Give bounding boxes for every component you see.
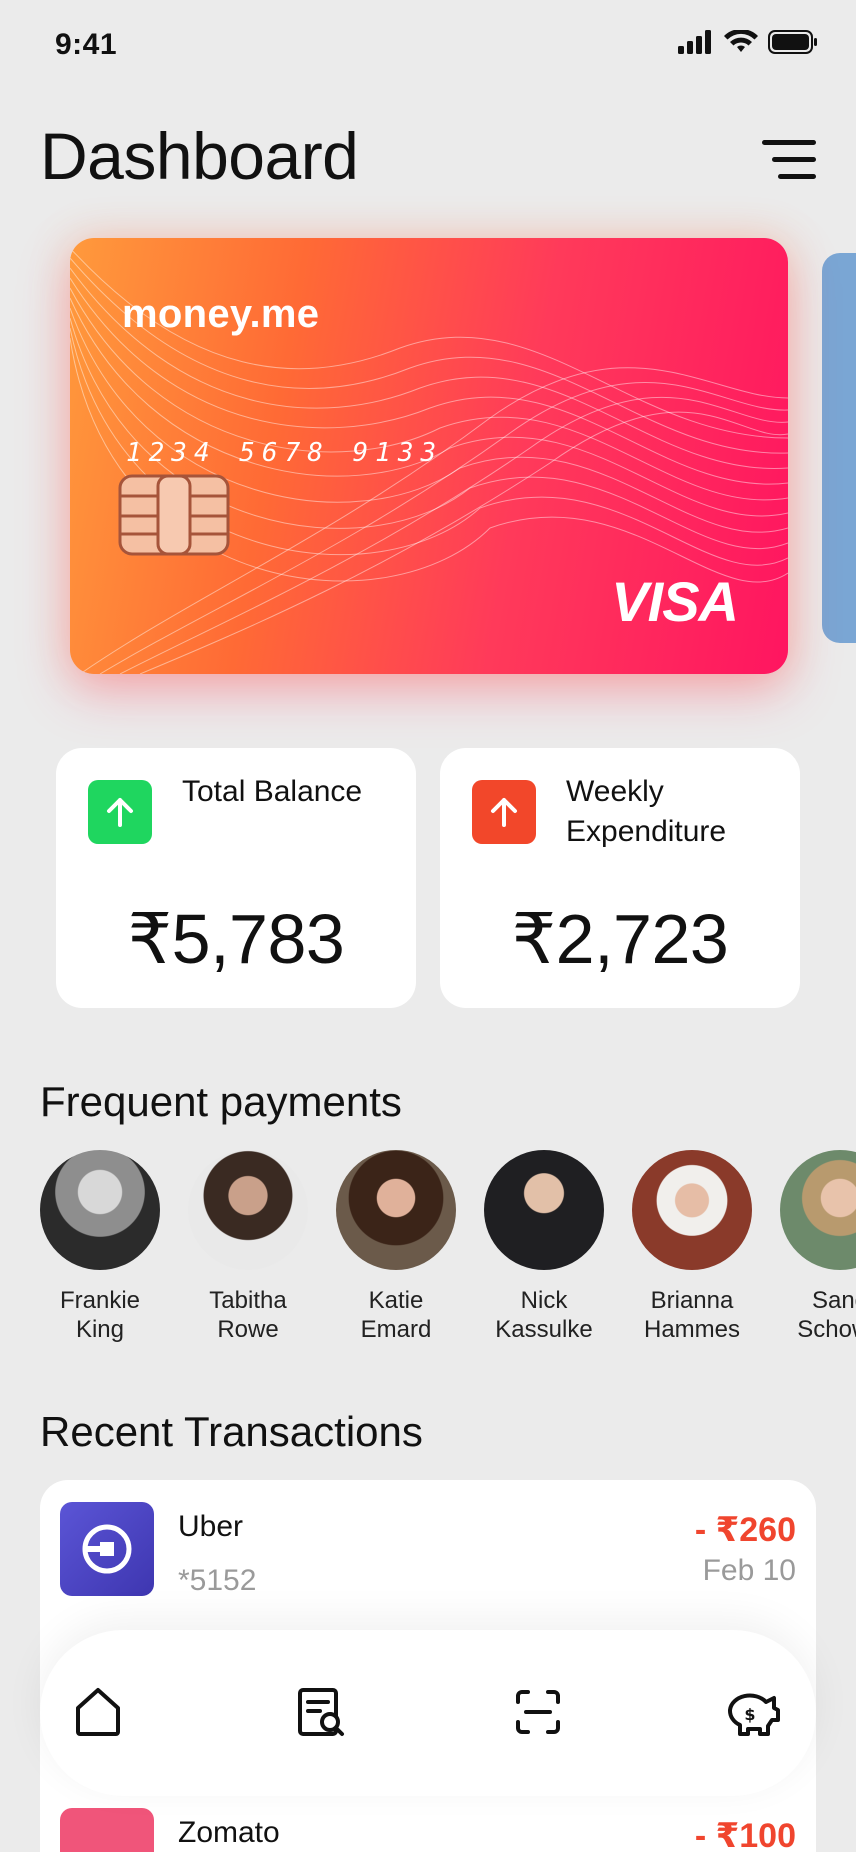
credit-card[interactable]: money.me 1234 5678 9133 VISA bbox=[70, 238, 788, 674]
battery-icon bbox=[768, 30, 817, 54]
receipt-search-icon bbox=[298, 1688, 344, 1736]
contact-item[interactable]: Tabitha Rowe bbox=[188, 1150, 308, 1344]
arrow-up-icon bbox=[472, 780, 536, 844]
avatar bbox=[632, 1150, 752, 1270]
contact-item[interactable]: SandSchowa bbox=[780, 1150, 856, 1344]
stat-label: Total Balance bbox=[182, 775, 363, 808]
uber-logo-icon bbox=[60, 1502, 154, 1596]
next-card-peek[interactable] bbox=[822, 253, 856, 643]
contact-item[interactable]: Frankie King bbox=[40, 1150, 160, 1344]
contact-name: Katie Emard bbox=[360, 1287, 432, 1343]
transaction-amount: - ₹260 bbox=[694, 1511, 796, 1549]
zomato-logo-icon bbox=[60, 1808, 154, 1852]
card-brand: money.me bbox=[122, 292, 320, 336]
piggy-bank-icon: $ bbox=[728, 1693, 780, 1736]
page-title: Dashboard bbox=[40, 119, 359, 193]
stat-value: ₹2,723 bbox=[511, 900, 729, 978]
status-time: 9:41 bbox=[55, 28, 118, 61]
contact-item[interactable]: Brianna Hammes bbox=[632, 1150, 752, 1344]
menu-button[interactable] bbox=[762, 138, 818, 182]
nav-transactions-button[interactable] bbox=[288, 1680, 352, 1744]
contact-item[interactable]: Nick Kassulke bbox=[484, 1150, 604, 1344]
stat-value: ₹5,783 bbox=[127, 900, 345, 978]
menu-icon bbox=[762, 140, 816, 179]
transaction-card-ref: *5152 bbox=[178, 1564, 257, 1597]
status-bar: 9:41 bbox=[0, 0, 856, 95]
contact-name: Tabitha Rowe bbox=[209, 1287, 287, 1343]
bottom-nav: $ bbox=[40, 1630, 816, 1796]
avatar bbox=[780, 1150, 856, 1270]
contact-item[interactable]: Katie Emard bbox=[336, 1150, 456, 1344]
transaction-date: Feb 10 bbox=[702, 1554, 796, 1587]
card-number: 1234 5678 9133 bbox=[126, 438, 444, 468]
contact-name: SandSchowa bbox=[797, 1287, 856, 1343]
card-network-logo: VISA bbox=[611, 570, 739, 633]
avatar bbox=[336, 1150, 456, 1270]
card-surface: money.me 1234 5678 9133 VISA bbox=[70, 238, 788, 674]
scan-icon bbox=[516, 1690, 560, 1734]
status-icons bbox=[678, 30, 818, 54]
contact-name: Brianna Hammes bbox=[643, 1287, 740, 1343]
frequent-payments-title: Frequent payments bbox=[40, 1078, 402, 1125]
frequent-payments-list: Frankie King Tabitha Rowe Katie Emard Nick K… bbox=[40, 1150, 856, 1350]
total-balance-card[interactable]: Total Balance ₹5,783 bbox=[56, 748, 416, 1008]
transaction-row[interactable]: Uber *5152 - ₹260 Feb 10 bbox=[40, 1480, 816, 1600]
contact-name: Frankie King bbox=[59, 1287, 141, 1343]
recent-transactions-title: Recent Transactions bbox=[40, 1408, 423, 1455]
weekly-expenditure-card[interactable]: Weekly Expenditure ₹2,723 bbox=[440, 748, 800, 1008]
contact-name: Nick Kassulke bbox=[495, 1287, 593, 1343]
avatar bbox=[188, 1150, 308, 1270]
signal-icon bbox=[678, 30, 711, 54]
transaction-name: Uber bbox=[178, 1510, 244, 1543]
nav-scan-button[interactable] bbox=[506, 1680, 570, 1744]
home-icon bbox=[76, 1688, 120, 1736]
wifi-icon bbox=[724, 30, 758, 52]
nav-home-button[interactable] bbox=[66, 1680, 130, 1744]
arrow-up-icon bbox=[88, 780, 152, 844]
avatar bbox=[484, 1150, 604, 1270]
avatar bbox=[40, 1150, 160, 1270]
stat-label: Weekly Expenditure bbox=[566, 775, 727, 848]
nav-savings-button[interactable]: $ bbox=[720, 1680, 784, 1744]
card-chip-icon bbox=[118, 474, 230, 556]
svg-text:$: $ bbox=[744, 1705, 755, 1724]
transaction-amount: - ₹100 bbox=[694, 1817, 796, 1852]
transaction-name: Zomato bbox=[178, 1816, 280, 1849]
